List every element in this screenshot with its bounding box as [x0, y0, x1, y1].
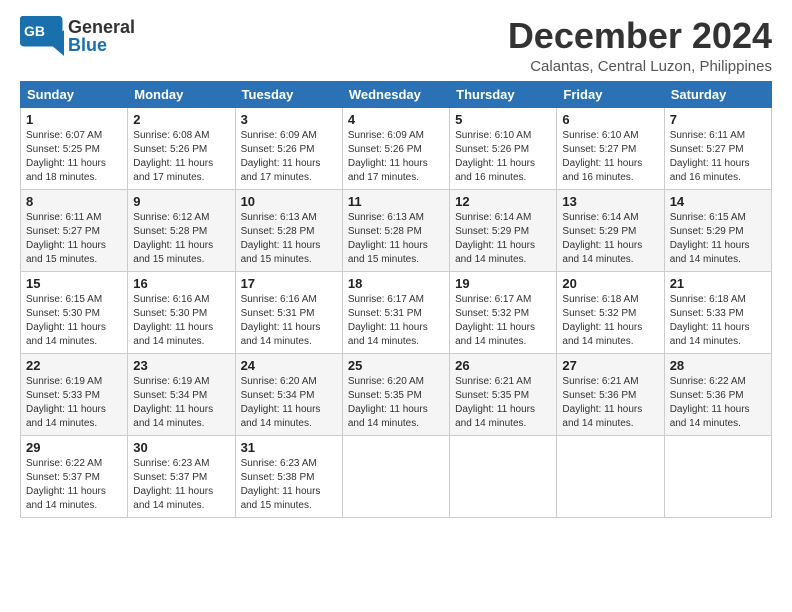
logo-general-text: General — [68, 18, 135, 36]
table-row — [557, 435, 664, 517]
location-title: Calantas, Central Luzon, Philippines — [508, 58, 772, 75]
table-row: 27 Sunrise: 6:21 AMSunset: 5:36 PMDaylig… — [557, 353, 664, 435]
col-friday: Friday — [557, 81, 664, 107]
logo-icon: GB — [20, 16, 64, 56]
table-row: 19 Sunrise: 6:17 AMSunset: 5:32 PMDaylig… — [450, 271, 557, 353]
table-row: 24 Sunrise: 6:20 AMSunset: 5:34 PMDaylig… — [235, 353, 342, 435]
title-area: December 2024 Calantas, Central Luzon, P… — [508, 16, 772, 75]
table-row — [342, 435, 449, 517]
table-row: 5 Sunrise: 6:10 AMSunset: 5:26 PMDayligh… — [450, 107, 557, 189]
table-row: 1 Sunrise: 6:07 AMSunset: 5:25 PMDayligh… — [21, 107, 128, 189]
table-row: 8 Sunrise: 6:11 AMSunset: 5:27 PMDayligh… — [21, 189, 128, 271]
logo-blue-text: Blue — [68, 36, 135, 54]
table-row: 21 Sunrise: 6:18 AMSunset: 5:33 PMDaylig… — [664, 271, 771, 353]
table-row: 29 Sunrise: 6:22 AMSunset: 5:37 PMDaylig… — [21, 435, 128, 517]
col-sunday: Sunday — [21, 81, 128, 107]
table-row — [664, 435, 771, 517]
table-row: 13 Sunrise: 6:14 AMSunset: 5:29 PMDaylig… — [557, 189, 664, 271]
calendar-table: Sunday Monday Tuesday Wednesday Thursday… — [20, 81, 772, 518]
col-tuesday: Tuesday — [235, 81, 342, 107]
table-row: 28 Sunrise: 6:22 AMSunset: 5:36 PMDaylig… — [664, 353, 771, 435]
table-row: 10 Sunrise: 6:13 AMSunset: 5:28 PMDaylig… — [235, 189, 342, 271]
table-row: 18 Sunrise: 6:17 AMSunset: 5:31 PMDaylig… — [342, 271, 449, 353]
table-row: 7 Sunrise: 6:11 AMSunset: 5:27 PMDayligh… — [664, 107, 771, 189]
table-row: 4 Sunrise: 6:09 AMSunset: 5:26 PMDayligh… — [342, 107, 449, 189]
col-wednesday: Wednesday — [342, 81, 449, 107]
table-row: 16 Sunrise: 6:16 AMSunset: 5:30 PMDaylig… — [128, 271, 235, 353]
table-row: 30 Sunrise: 6:23 AMSunset: 5:37 PMDaylig… — [128, 435, 235, 517]
col-thursday: Thursday — [450, 81, 557, 107]
table-row: 17 Sunrise: 6:16 AMSunset: 5:31 PMDaylig… — [235, 271, 342, 353]
header: GB General Blue December 2024 Calantas, … — [20, 16, 772, 75]
logo: GB General Blue — [20, 16, 135, 56]
table-row — [450, 435, 557, 517]
table-row: 6 Sunrise: 6:10 AMSunset: 5:27 PMDayligh… — [557, 107, 664, 189]
table-row: 14 Sunrise: 6:15 AMSunset: 5:29 PMDaylig… — [664, 189, 771, 271]
col-saturday: Saturday — [664, 81, 771, 107]
table-row: 2 Sunrise: 6:08 AMSunset: 5:26 PMDayligh… — [128, 107, 235, 189]
table-row: 25 Sunrise: 6:20 AMSunset: 5:35 PMDaylig… — [342, 353, 449, 435]
table-row: 3 Sunrise: 6:09 AMSunset: 5:26 PMDayligh… — [235, 107, 342, 189]
month-title: December 2024 — [508, 16, 772, 56]
table-row: 31 Sunrise: 6:23 AMSunset: 5:38 PMDaylig… — [235, 435, 342, 517]
page: GB General Blue December 2024 Calantas, … — [0, 0, 792, 528]
table-row: 23 Sunrise: 6:19 AMSunset: 5:34 PMDaylig… — [128, 353, 235, 435]
table-row: 22 Sunrise: 6:19 AMSunset: 5:33 PMDaylig… — [21, 353, 128, 435]
col-monday: Monday — [128, 81, 235, 107]
table-row: 15 Sunrise: 6:15 AMSunset: 5:30 PMDaylig… — [21, 271, 128, 353]
table-row: 20 Sunrise: 6:18 AMSunset: 5:32 PMDaylig… — [557, 271, 664, 353]
table-row: 12 Sunrise: 6:14 AMSunset: 5:29 PMDaylig… — [450, 189, 557, 271]
table-row: 26 Sunrise: 6:21 AMSunset: 5:35 PMDaylig… — [450, 353, 557, 435]
svg-text:GB: GB — [24, 23, 45, 39]
table-row: 11 Sunrise: 6:13 AMSunset: 5:28 PMDaylig… — [342, 189, 449, 271]
logo-text: General Blue — [68, 18, 135, 54]
calendar-header-row: Sunday Monday Tuesday Wednesday Thursday… — [21, 81, 772, 107]
table-row: 9 Sunrise: 6:12 AMSunset: 5:28 PMDayligh… — [128, 189, 235, 271]
